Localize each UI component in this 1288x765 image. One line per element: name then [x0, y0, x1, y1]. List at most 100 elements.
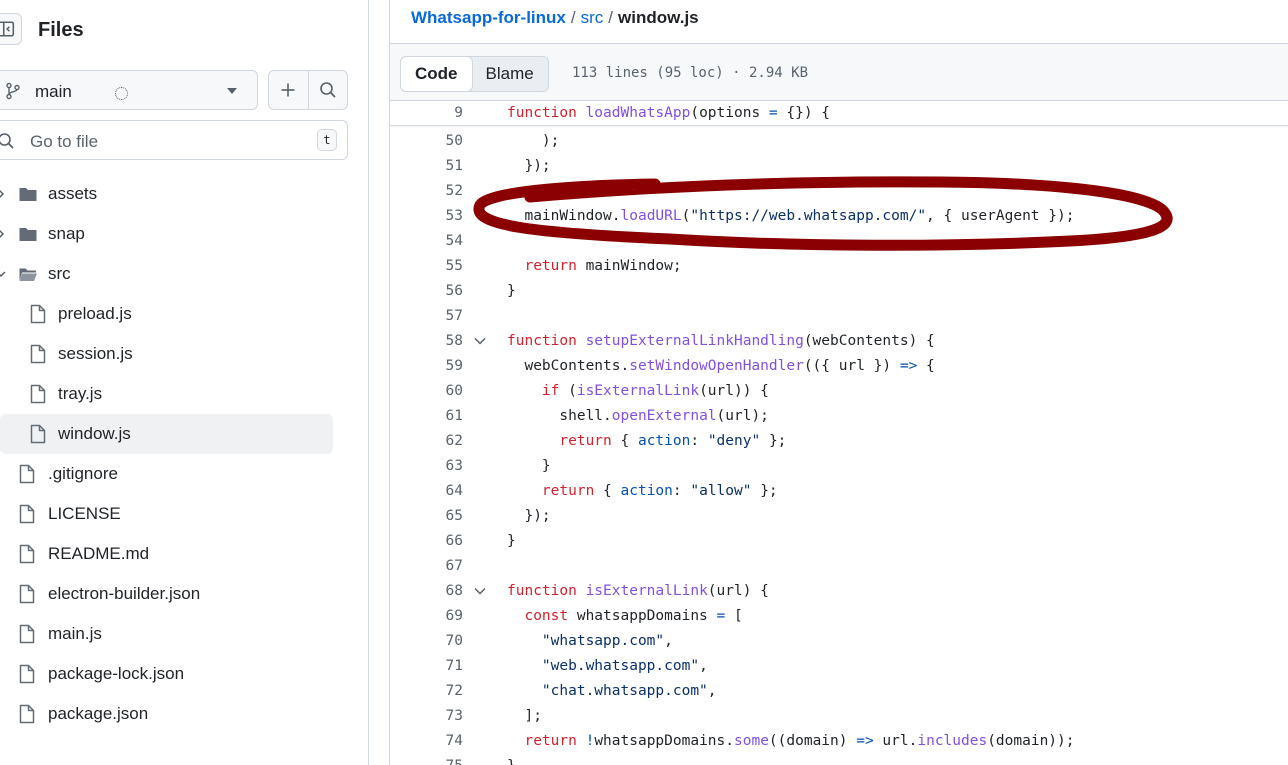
tree-file[interactable]: LICENSE [0, 494, 333, 534]
tree-file[interactable]: .gitignore [0, 454, 333, 494]
line-number[interactable]: 60 [446, 383, 463, 399]
line-number[interactable]: 61 [446, 408, 463, 424]
code-line[interactable]: 74 return !whatsappDomains.some((domain)… [390, 729, 1288, 754]
code-token: = [768, 105, 778, 121]
sticky-function-header[interactable]: 9 function loadWhatsApp(options = {}) { [390, 101, 1288, 126]
code-line[interactable]: 72 "chat.whatsapp.com", [390, 679, 1288, 704]
collapse-sidebar-button[interactable] [0, 13, 22, 45]
code-token: [ [725, 608, 743, 624]
code-token: "https://web.whatsapp.com/" [690, 208, 927, 224]
code-line[interactable]: 59 webContents.setWindowOpenHandler(({ u… [390, 354, 1288, 379]
code-line[interactable]: 56} [390, 279, 1288, 304]
code-token: const [507, 608, 577, 624]
line-number[interactable]: 62 [446, 433, 463, 449]
tree-file[interactable]: package.json [0, 694, 333, 734]
code-line[interactable]: 61 shell.openExternal(url); [390, 404, 1288, 429]
line-number[interactable]: 51 [446, 158, 463, 174]
tab-code[interactable]: Code [400, 56, 473, 92]
code-line[interactable]: 75} [390, 754, 1288, 765]
code-token: if [507, 383, 569, 399]
line-number[interactable]: 65 [446, 508, 463, 524]
code-line[interactable]: 66} [390, 529, 1288, 554]
tree-file[interactable]: electron-builder.json [0, 574, 333, 614]
line-number[interactable]: 72 [446, 683, 463, 699]
code-line[interactable]: 50 ); [390, 129, 1288, 154]
code-token: includes [917, 733, 988, 749]
code-view: Whatsapp-for-linux / src / window.js Code Bl… [389, 0, 1288, 765]
chevron-right-icon[interactable] [0, 229, 6, 239]
line-number[interactable]: 59 [446, 358, 463, 374]
branch-selector[interactable]: main [0, 70, 258, 110]
line-number[interactable]: 68 [446, 583, 463, 599]
search-code-button[interactable] [307, 71, 347, 109]
code-line[interactable]: 73 ]; [390, 704, 1288, 729]
code-token: isExternalLink [576, 383, 700, 399]
line-number[interactable]: 58 [446, 333, 463, 349]
tab-blame[interactable]: Blame [472, 57, 548, 91]
code-line[interactable]: 57 [390, 304, 1288, 329]
folder-icon [19, 188, 37, 201]
code-token: } [507, 533, 516, 549]
code-line[interactable]: 60 if (isExternalLink(url)) { [390, 379, 1288, 404]
line-number[interactable]: 55 [446, 258, 463, 274]
line-number[interactable]: 71 [446, 658, 463, 674]
tree-file[interactable]: window.js [0, 414, 333, 454]
tree-file[interactable]: tray.js [0, 374, 333, 414]
code-line[interactable]: 52 [390, 179, 1288, 204]
tree-file[interactable]: README.md [0, 534, 333, 574]
line-number[interactable]: 73 [446, 708, 463, 724]
line-number[interactable]: 67 [446, 558, 463, 574]
code-line[interactable]: 70 "whatsapp.com", [390, 629, 1288, 654]
fold-chevron-icon[interactable] [474, 336, 486, 346]
keyboard-shortcut-hint: t [317, 129, 337, 151]
code-text: }); [507, 508, 550, 524]
fold-chevron-icon[interactable] [474, 586, 486, 596]
code-token: }; [751, 483, 778, 499]
code-line[interactable]: 64 return { action: "allow" }; [390, 479, 1288, 504]
chevron-down-icon[interactable] [0, 269, 6, 279]
tree-folder[interactable]: snap [0, 214, 333, 254]
code-line[interactable]: 67 [390, 554, 1288, 579]
code-token: : [690, 433, 708, 449]
breadcrumb-separator: / [608, 8, 614, 27]
code-line[interactable]: 62 return { action: "deny" }; [390, 429, 1288, 454]
tree-item-label: LICENSE [48, 504, 121, 523]
line-number[interactable]: 63 [446, 458, 463, 474]
code-line[interactable]: 55 return mainWindow; [390, 254, 1288, 279]
breadcrumb-dir-link[interactable]: src [581, 8, 604, 27]
line-number[interactable]: 74 [446, 733, 463, 749]
line-number[interactable]: 66 [446, 533, 463, 549]
code-line[interactable]: 68 function isExternalLink(url) { [390, 579, 1288, 604]
code-line[interactable]: 63 } [390, 454, 1288, 479]
add-file-button[interactable] [269, 71, 308, 109]
tree-item-label: main.js [48, 624, 102, 643]
line-number[interactable]: 70 [446, 633, 463, 649]
line-number[interactable]: 52 [446, 183, 463, 199]
tree-file[interactable]: package-lock.json [0, 654, 333, 694]
line-number[interactable]: 57 [446, 308, 463, 324]
code-line[interactable]: 58 function setupExternalLinkHandling(web… [390, 329, 1288, 354]
line-number[interactable]: 53 [446, 208, 463, 224]
tree-item-label: tray.js [58, 384, 103, 403]
code-line[interactable]: 65 }); [390, 504, 1288, 529]
tree-file[interactable]: session.js [0, 334, 333, 374]
line-number[interactable]: 50 [446, 133, 463, 149]
line-number[interactable]: 9 [454, 105, 463, 121]
tree-file[interactable]: main.js [0, 614, 333, 654]
tree-folder[interactable]: assets [0, 174, 333, 214]
line-number[interactable]: 69 [446, 608, 463, 624]
code-line[interactable]: 53 mainWindow.loadURL("https://web.whats… [390, 204, 1288, 229]
code-line[interactable]: 54 [390, 229, 1288, 254]
breadcrumb-repo-link[interactable]: Whatsapp-for-linux [411, 8, 566, 27]
code-line[interactable]: 51 }); [390, 154, 1288, 179]
line-number[interactable]: 56 [446, 283, 463, 299]
code-line[interactable]: 69 const whatsappDomains = [ [390, 604, 1288, 629]
line-number[interactable]: 64 [446, 483, 463, 499]
tree-file[interactable]: preload.js [0, 294, 333, 334]
line-number[interactable]: 75 [446, 758, 463, 765]
code-line[interactable]: 71 "web.whatsapp.com", [390, 654, 1288, 679]
tree-folder[interactable]: src [0, 254, 333, 294]
go-to-file-input[interactable]: Go to file t [0, 120, 348, 160]
line-number[interactable]: 54 [446, 233, 463, 249]
chevron-right-icon[interactable] [0, 189, 6, 199]
